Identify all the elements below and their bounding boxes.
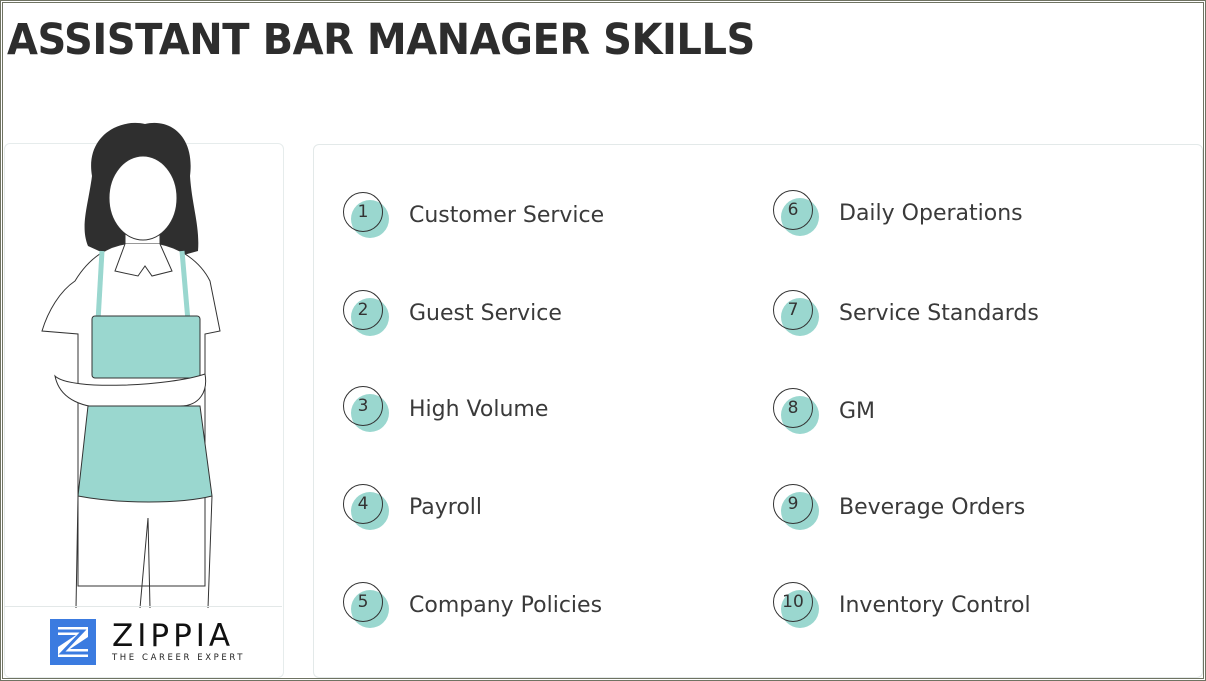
- skill-number: 6: [787, 200, 799, 220]
- skill-label: GM: [839, 398, 876, 424]
- skill-item: 7 Service Standards: [771, 288, 1039, 338]
- brand-name: ZIPPIA: [112, 618, 235, 654]
- number-badge-icon: 5: [341, 580, 391, 630]
- skill-label: Service Standards: [839, 300, 1039, 326]
- skill-item: 10 Inventory Control: [771, 580, 1031, 630]
- zippia-logo[interactable]: ZIPPIA THE CAREER EXPERT: [50, 619, 245, 665]
- skill-label: Company Policies: [409, 592, 603, 618]
- skill-item: 1 Customer Service: [341, 190, 604, 240]
- number-badge-icon: 9: [771, 482, 821, 532]
- bar-manager-illustration-icon: [41, 122, 221, 608]
- number-badge-icon: 7: [771, 288, 821, 338]
- skill-number: 2: [357, 300, 369, 320]
- number-badge-icon: 6: [771, 188, 821, 238]
- zippia-z-logo-icon: [50, 619, 96, 665]
- skill-number: 10: [782, 592, 804, 612]
- skill-item: 8 GM: [771, 386, 875, 436]
- page-title: ASSISTANT BAR MANAGER SKILLS: [7, 15, 755, 65]
- number-badge-icon: 10: [771, 580, 821, 630]
- skill-label: Beverage Orders: [839, 494, 1026, 520]
- skill-number: 9: [787, 494, 799, 514]
- skill-item: 2 Guest Service: [341, 288, 562, 338]
- skill-item: 9 Beverage Orders: [771, 482, 1025, 532]
- skill-label: Inventory Control: [839, 592, 1031, 618]
- skill-label: High Volume: [409, 396, 549, 422]
- brand-footer: ZIPPIA THE CAREER EXPERT: [4, 606, 282, 677]
- skill-label: Customer Service: [409, 202, 605, 228]
- skill-item: 3 High Volume: [341, 384, 548, 434]
- skill-number: 5: [357, 592, 369, 612]
- number-badge-icon: 2: [341, 288, 391, 338]
- skill-item: 4 Payroll: [341, 482, 482, 532]
- number-badge-icon: 1: [341, 190, 391, 240]
- skill-number: 7: [787, 300, 799, 320]
- skill-number: 4: [357, 494, 369, 514]
- skill-label: Payroll: [409, 494, 483, 520]
- skill-number: 8: [787, 398, 799, 418]
- skill-label: Guest Service: [409, 300, 562, 326]
- number-badge-icon: 3: [341, 384, 391, 434]
- skill-number: 1: [357, 202, 369, 222]
- skill-item: 5 Company Policies: [341, 580, 602, 630]
- skill-label: Daily Operations: [839, 200, 1023, 226]
- brand-tagline: THE CAREER EXPERT: [112, 653, 246, 663]
- skill-item: 6 Daily Operations: [771, 188, 1023, 238]
- number-badge-icon: 4: [341, 482, 391, 532]
- number-badge-icon: 8: [771, 386, 821, 436]
- skill-number: 3: [357, 396, 369, 416]
